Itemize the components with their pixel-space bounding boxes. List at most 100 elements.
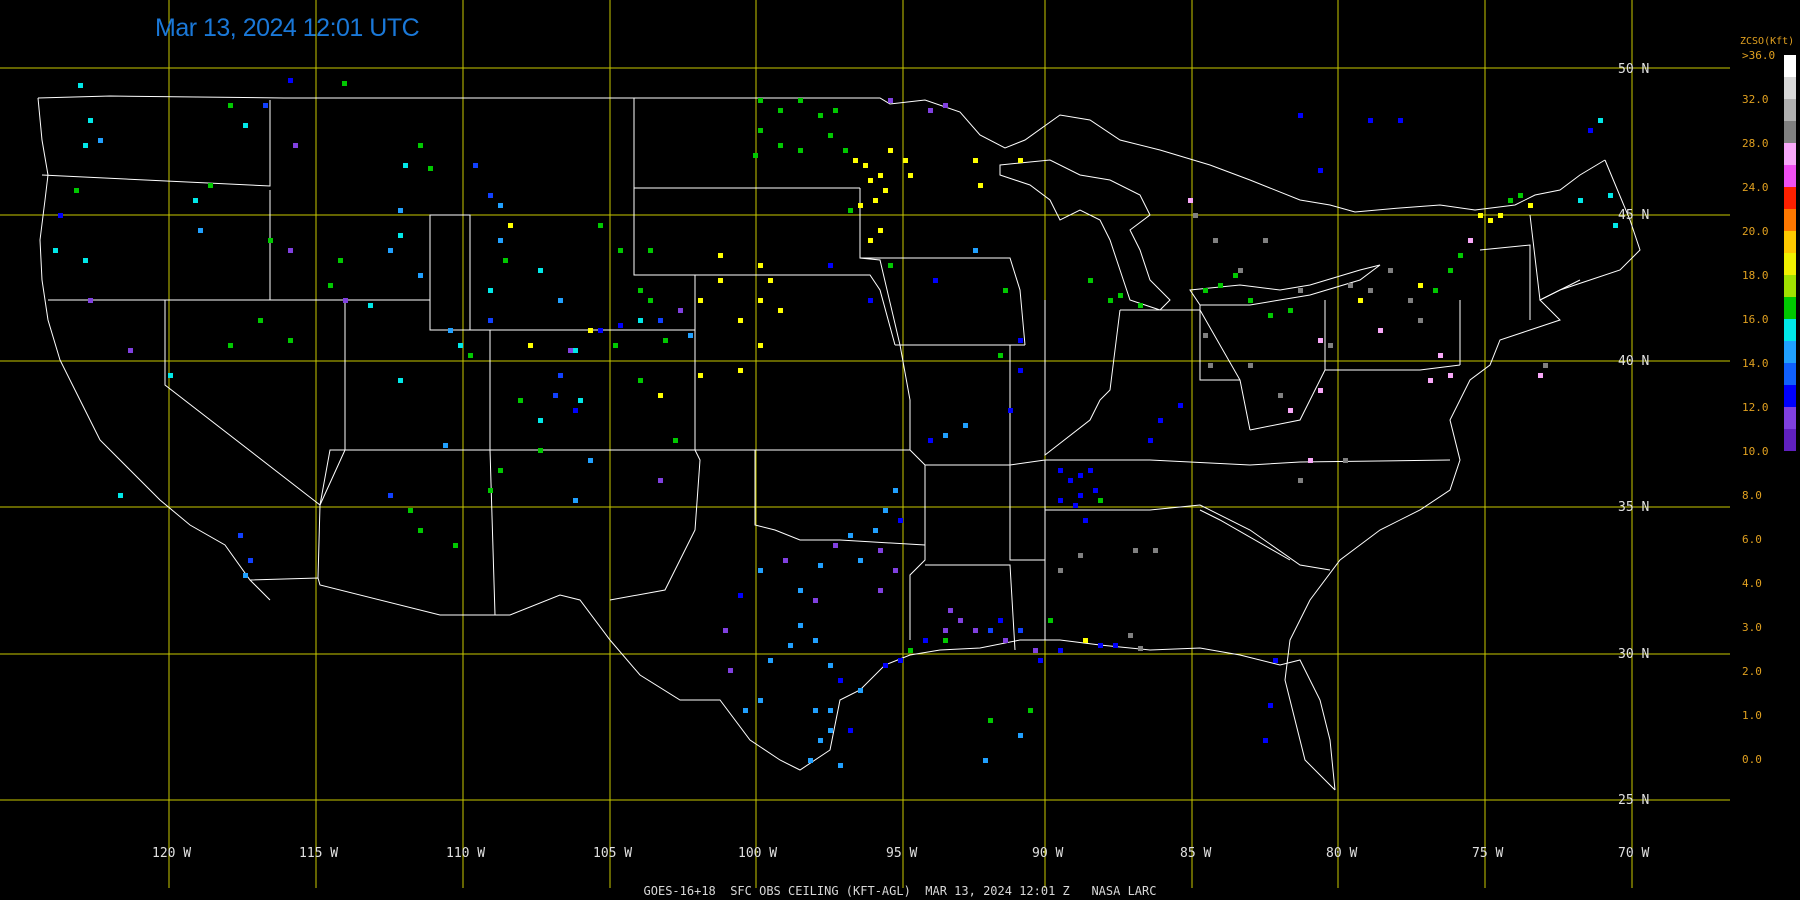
station-marker	[488, 288, 493, 293]
station-marker	[768, 658, 773, 663]
station-marker	[838, 678, 843, 683]
longitude-label: 70 W	[1618, 846, 1650, 861]
legend-label: 32.0	[1742, 93, 1769, 106]
station-marker	[828, 133, 833, 138]
station-marker	[873, 198, 878, 203]
station-marker	[618, 323, 623, 328]
station-marker	[1263, 238, 1268, 243]
station-marker	[288, 78, 293, 83]
legend-swatch	[1784, 297, 1796, 319]
station-marker	[758, 128, 763, 133]
station-marker	[948, 608, 953, 613]
station-marker	[798, 623, 803, 628]
station-marker	[598, 328, 603, 333]
station-marker	[983, 758, 988, 763]
latitude-label: 40 N	[1618, 354, 1650, 369]
station-marker	[768, 278, 773, 283]
station-marker	[658, 393, 663, 398]
station-marker	[978, 183, 983, 188]
legend-label: 12.0	[1742, 401, 1769, 414]
station-marker	[988, 628, 993, 633]
station-marker	[618, 248, 623, 253]
legend-label: 3.0	[1742, 621, 1762, 634]
station-marker	[888, 263, 893, 268]
longitude-label: 110 W	[446, 846, 486, 861]
legend-swatch	[1784, 275, 1796, 297]
station-marker	[883, 663, 888, 668]
legend-label: 0.0	[1742, 753, 1762, 766]
station-marker	[1068, 478, 1073, 483]
station-marker	[1368, 288, 1373, 293]
station-marker	[613, 343, 618, 348]
legend-swatch	[1784, 143, 1796, 165]
station-marker	[758, 568, 763, 573]
station-marker	[1133, 548, 1138, 553]
station-marker	[1368, 118, 1373, 123]
station-marker	[293, 143, 298, 148]
station-marker	[403, 163, 408, 168]
legend-label: 28.0	[1742, 137, 1769, 150]
latitude-label: 35 N	[1618, 500, 1650, 515]
station-marker	[573, 498, 578, 503]
longitude-label: 115 W	[299, 846, 339, 861]
station-marker	[258, 318, 263, 323]
station-marker	[908, 648, 913, 653]
station-marker	[1248, 363, 1253, 368]
station-marker	[398, 233, 403, 238]
station-marker	[828, 263, 833, 268]
station-marker	[638, 288, 643, 293]
station-marker	[1113, 643, 1118, 648]
station-marker	[1028, 708, 1033, 713]
station-marker	[368, 303, 373, 308]
station-marker	[758, 343, 763, 348]
station-marker	[1318, 338, 1323, 343]
legend-label: 1.0	[1742, 709, 1762, 722]
station-marker	[88, 118, 93, 123]
legend-label: 4.0	[1742, 577, 1762, 590]
station-marker	[243, 573, 248, 578]
station-marker	[498, 203, 503, 208]
station-marker	[1088, 468, 1093, 473]
station-marker	[453, 543, 458, 548]
station-marker	[758, 698, 763, 703]
station-marker	[958, 618, 963, 623]
station-marker	[1203, 288, 1208, 293]
longitude-label: 120 W	[152, 846, 192, 861]
station-marker	[418, 273, 423, 278]
station-marker	[1218, 283, 1223, 288]
station-marker	[1058, 468, 1063, 473]
station-marker	[673, 438, 678, 443]
station-marker	[1588, 128, 1593, 133]
station-marker	[468, 353, 473, 358]
station-marker	[1598, 118, 1603, 123]
station-marker	[1528, 203, 1533, 208]
station-marker	[1518, 193, 1523, 198]
station-marker	[828, 708, 833, 713]
legend-label: 20.0	[1742, 225, 1769, 238]
station-marker	[818, 738, 823, 743]
station-marker	[458, 343, 463, 348]
station-marker	[943, 628, 948, 633]
station-marker	[1388, 268, 1393, 273]
station-marker	[573, 348, 578, 353]
station-marker	[928, 438, 933, 443]
station-marker	[398, 208, 403, 213]
legend-label: 16.0	[1742, 313, 1769, 326]
station-marker	[573, 408, 578, 413]
station-marker	[78, 83, 83, 88]
station-marker	[1398, 118, 1403, 123]
station-marker	[538, 418, 543, 423]
station-marker	[1458, 253, 1463, 258]
station-marker	[853, 158, 858, 163]
station-marker	[1058, 568, 1063, 573]
station-marker	[228, 343, 233, 348]
station-marker	[568, 348, 573, 353]
station-marker	[1018, 368, 1023, 373]
station-marker	[753, 153, 758, 158]
legend-swatch	[1784, 99, 1796, 121]
station-marker	[1543, 363, 1548, 368]
station-marker	[74, 188, 79, 193]
station-marker	[1508, 198, 1513, 203]
station-marker	[208, 183, 213, 188]
station-marker	[418, 143, 423, 148]
